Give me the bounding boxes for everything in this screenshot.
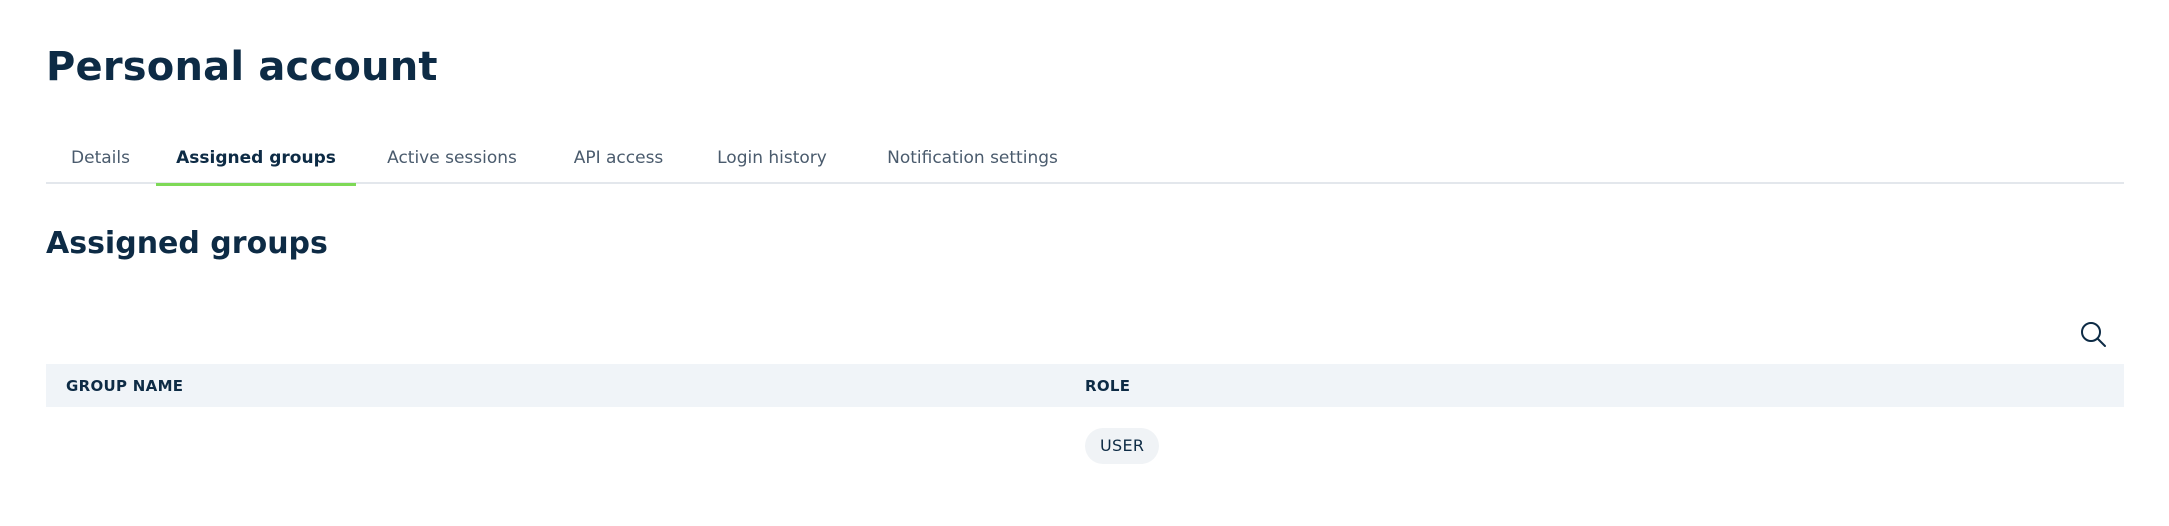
tab-api-access-label: API access: [573, 148, 664, 168]
assigned-groups-table: GROUP NAME ROLE USER: [46, 364, 2124, 485]
tab-assigned-groups-label: Assigned groups: [176, 148, 336, 168]
tab-assigned-groups[interactable]: Assigned groups: [156, 140, 356, 186]
tab-login-history-label: Login history: [717, 148, 827, 168]
search-button[interactable]: [2077, 318, 2109, 350]
tab-notification-settings[interactable]: Notification settings: [855, 140, 1090, 184]
tab-details[interactable]: Details: [46, 140, 155, 184]
column-header-group-name[interactable]: GROUP NAME: [46, 377, 1085, 395]
tab-bar: Details Assigned groups Active sessions …: [46, 140, 2124, 186]
column-header-role[interactable]: ROLE: [1085, 377, 2124, 395]
page-title: Personal account: [46, 44, 438, 90]
tab-api-access[interactable]: API access: [548, 140, 689, 184]
personal-account-page: Personal account Details Assigned groups…: [0, 0, 2169, 526]
role-cell: USER: [1085, 428, 2124, 464]
search-icon: [2081, 322, 2106, 347]
tab-notification-settings-label: Notification settings: [887, 148, 1058, 168]
tab-login-history[interactable]: Login history: [690, 140, 854, 184]
section-title: Assigned groups: [46, 226, 328, 261]
tab-details-label: Details: [71, 148, 130, 168]
table-row[interactable]: USER: [46, 407, 2124, 485]
role-badge: USER: [1085, 428, 1160, 464]
tab-active-sessions[interactable]: Active sessions: [357, 140, 547, 184]
table-header: GROUP NAME ROLE: [46, 364, 2124, 407]
tab-active-sessions-label: Active sessions: [387, 148, 517, 168]
